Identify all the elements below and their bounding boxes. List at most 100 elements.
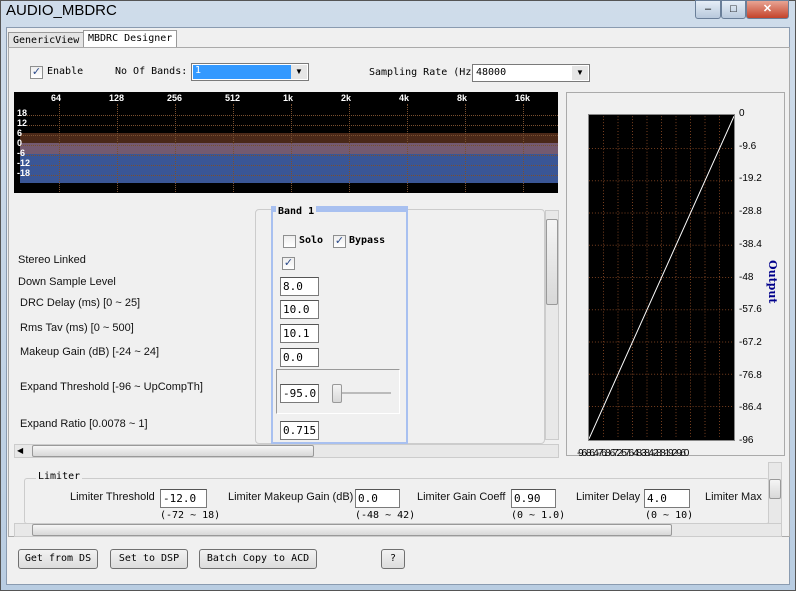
transfer-y-tick: -76.8 [739,369,762,381]
spectrum-gridline [59,104,60,192]
sampling-value: 48000 [476,67,507,78]
spectrum-gridline [20,115,558,116]
transfer-x-ticks: -96-86.4-76.8-67.2-57.6-48-38.4-28.8-19.… [577,448,742,459]
spectrum-gridline [291,104,292,192]
makeup-gain-label: Makeup Gain (dB) [-24 ~ 24] [20,346,160,358]
spectrum-y-tick: 0 [17,138,23,148]
spectrum-x-tick: 256 [167,93,183,103]
band-cut-region [20,154,558,183]
transfer-x-tick: -96 [577,448,587,459]
rms-tav-input[interactable] [280,324,319,343]
spectrum-gridline [117,104,118,192]
limiter-threshold-range: (-72 ~ 18) [160,510,221,521]
maximize-button[interactable]: □ [721,0,746,19]
rms-tav-label: Rms Tav (ms) [0 ~ 500] [20,322,134,334]
spectrum-gridline [465,104,466,192]
solo-label: Solo [299,235,324,246]
expand-threshold-input[interactable] [280,384,319,403]
transfer-y-tick: -28.8 [739,206,762,218]
down-sample-input[interactable] [280,277,319,296]
drc-delay-label: DRC Delay (ms) [0 ~ 25] [20,297,141,309]
spectrum-x-tick: 1k [283,93,294,103]
limiter-horizontal-scrollbar[interactable] [14,523,782,537]
expand-threshold-slider[interactable] [332,384,342,403]
expand-threshold-label: Expand Threshold [-96 ~ UpCompTh] [20,381,203,393]
sampling-select[interactable]: 48000 ▼ [472,64,590,82]
spectrum-y-tick: 12 [17,118,28,128]
tab-mbdrc-designer[interactable]: MBDRC Designer [83,30,178,48]
scroll-thumb[interactable] [769,479,781,499]
spectrum-x-tick: 4k [399,93,410,103]
minimize-button[interactable]: ‒ [695,0,721,19]
spectrum-x-tick: 64 [51,93,62,103]
spectrum-x-tick: 16k [515,93,531,103]
band-vertical-scrollbar[interactable] [545,210,559,440]
help-button[interactable]: ? [381,549,405,569]
spectrum-gridline [20,155,558,156]
limiter-threshold-input[interactable] [160,489,207,508]
get-from-dsp-button[interactable]: Get from DS [18,549,98,569]
spectrum-gridline [349,104,350,192]
spectrum-gridline [20,125,558,126]
transfer-y-tick: -67.2 [739,336,762,348]
spectrum-gridline [523,104,524,192]
spectrum-display: 64 128 256 512 1k 2k 4k 8k 16k 18 12 6 0 -6 -12 -18 [14,92,558,193]
limiter-vertical-scrollbar[interactable] [768,462,782,524]
transfer-x-tick: -48 [632,448,642,459]
bypass-checkbox[interactable]: ✓ [333,235,346,248]
transfer-x-tick: -76.8 [596,448,611,459]
chevron-down-icon[interactable]: ▼ [291,65,307,79]
enable-checkbox[interactable]: ✓ [30,66,43,79]
spectrum-y-tick: -6 [17,148,26,158]
transfer-y-tick: -86.4 [739,402,762,414]
transfer-y-tick: -38.4 [739,238,762,250]
tab-genericview[interactable]: GenericView [8,32,85,48]
limiter-delay-range: (0 ~ 10) [645,510,694,521]
solo-checkbox[interactable] [283,235,296,248]
down-sample-label: Down Sample Level [18,276,116,288]
scroll-thumb[interactable] [32,524,672,536]
limiter-gain-coeff-input[interactable] [511,489,556,508]
limiter-gain-coeff-label: Limiter Gain Coeff [417,491,506,503]
chevron-down-icon[interactable]: ▼ [572,66,588,80]
close-button[interactable]: ✕ [746,0,789,19]
scroll-left-icon[interactable]: ◀ [17,446,23,455]
limiter-threshold-label: Limiter Threshold [70,491,155,503]
stereo-linked-checkbox[interactable]: ✓ [282,257,295,270]
spectrum-y-tick: 18 [17,108,28,118]
expand-ratio-input[interactable] [280,421,319,440]
spectrum-gridline [407,104,408,192]
spectrum-x-tick: 2k [341,93,352,103]
scroll-thumb[interactable] [546,219,558,305]
spectrum-gridline [20,135,558,136]
sampling-label: Sampling Rate (Hz) [369,67,478,78]
batch-copy-button[interactable]: Batch Copy to ACD [199,549,317,569]
limiter-delay-label: Limiter Delay [576,491,641,503]
band-horizontal-scrollbar[interactable]: ◀ [14,444,559,458]
enable-label: Enable [47,66,84,77]
limiter-delay-input[interactable] [644,489,690,508]
bands-select[interactable]: 1 ▼ [191,63,309,81]
transfer-curve-plot [588,114,735,441]
window-title: AUDIO_MBDRC [6,2,117,19]
transfer-x-tick: -28.8 [651,448,666,459]
transfer-curve [589,116,734,439]
transfer-x-tick: -67.2 [608,448,622,459]
transfer-x-tick: -86.4 [584,448,599,459]
transfer-y-tick: -19.2 [739,173,762,185]
set-to-dsp-button[interactable]: Set to DSP [110,549,188,569]
makeup-gain-input[interactable] [280,348,319,367]
spectrum-x-tick: 128 [109,93,125,103]
spectrum-y-tick: -18 [17,168,31,178]
limiter-makeup-input[interactable] [355,489,400,508]
output-axis-label: Output [766,260,779,304]
limiter-makeup-range: (-48 ~ 42) [355,510,416,521]
transfer-y-tick: -48 [739,271,754,283]
expand-ratio-label: Expand Ratio [0.0078 ~ 1] [20,418,148,430]
transfer-x-tick: -38.4 [639,448,654,459]
drc-delay-input[interactable] [280,300,319,319]
scroll-thumb[interactable] [32,445,314,457]
limiter-makeup-label: Limiter Makeup Gain (dB) [228,491,354,503]
band-title: Band 1 [276,206,317,217]
stereo-linked-label: Stereo Linked [18,254,86,266]
